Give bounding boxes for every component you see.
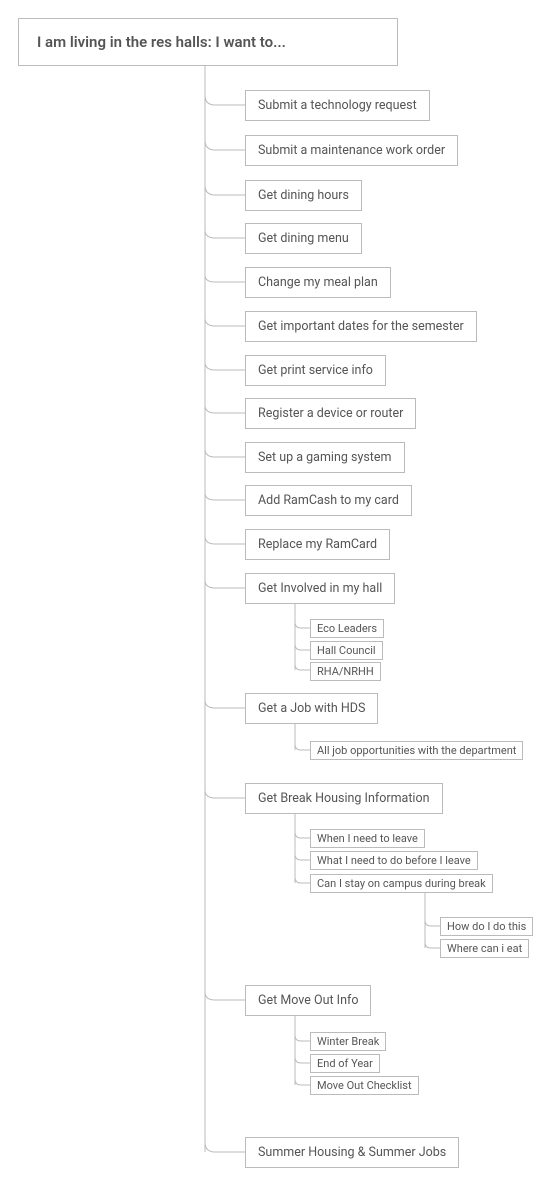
tree-node[interactable]: Register a device or router: [245, 398, 416, 429]
tree-node[interactable]: Get Break Housing Information: [245, 783, 443, 814]
node-label: Get dining hours: [258, 188, 349, 203]
tree-leaf[interactable]: Where can i eat: [440, 939, 529, 958]
tree-root[interactable]: I am living in the res halls: I want to.…: [18, 18, 398, 66]
tree-node[interactable]: Get dining menu: [245, 223, 362, 254]
tree-leaf[interactable]: How do I do this: [440, 917, 533, 936]
node-label: Get important dates for the semester: [258, 319, 464, 334]
tree-node[interactable]: Add RamCash to my card: [245, 485, 412, 516]
tree-node[interactable]: Get Involved in my hall: [245, 573, 395, 604]
tree-leaf[interactable]: Winter Break: [310, 1032, 386, 1051]
leaf-label: How do I do this: [447, 920, 526, 933]
node-label: Replace my RamCard: [258, 537, 377, 552]
node-label: Add RamCash to my card: [258, 493, 399, 508]
leaf-label: What I need to do before I leave: [317, 854, 471, 867]
tree-leaf[interactable]: What I need to do before I leave: [310, 851, 478, 870]
tree-node[interactable]: Get a Job with HDS: [245, 693, 378, 724]
node-label: Submit a technology request: [258, 98, 417, 113]
tree-node[interactable]: Summer Housing & Summer Jobs: [245, 1137, 459, 1168]
tree-leaf[interactable]: RHA/NRHH: [310, 662, 381, 681]
leaf-label: Can I stay on campus during break: [317, 877, 486, 890]
tree-node[interactable]: Submit a maintenance work order: [245, 135, 458, 166]
tree-node[interactable]: Get Move Out Info: [245, 985, 371, 1016]
tree-node[interactable]: Change my meal plan: [245, 267, 391, 298]
node-label: Get Involved in my hall: [258, 581, 382, 596]
tree-leaf[interactable]: Can I stay on campus during break: [310, 874, 493, 893]
tree-node[interactable]: Get important dates for the semester: [245, 311, 477, 342]
root-title: I am living in the res halls: I want to.…: [37, 33, 286, 51]
node-label: Set up a gaming system: [258, 450, 392, 465]
leaf-label: Winter Break: [317, 1035, 379, 1048]
tree-leaf[interactable]: Hall Council: [310, 641, 383, 660]
node-label: Register a device or router: [258, 406, 403, 421]
leaf-label: Eco Leaders: [317, 622, 377, 635]
node-label: Get print service info: [258, 363, 373, 378]
leaf-label: All job opportunities with the departmen…: [317, 744, 516, 757]
leaf-label: End of Year: [317, 1057, 373, 1070]
node-label: Summer Housing & Summer Jobs: [258, 1145, 446, 1160]
node-label: Get Move Out Info: [258, 993, 358, 1008]
tree-node[interactable]: Replace my RamCard: [245, 529, 390, 560]
node-label: Get a Job with HDS: [258, 701, 365, 716]
tree-node[interactable]: Get dining hours: [245, 180, 362, 211]
leaf-label: Where can i eat: [447, 942, 522, 955]
node-label: Submit a maintenance work order: [258, 143, 445, 158]
node-label: Change my meal plan: [258, 275, 378, 290]
tree-node[interactable]: Set up a gaming system: [245, 442, 405, 473]
node-label: Get Break Housing Information: [258, 791, 430, 806]
tree-leaf[interactable]: End of Year: [310, 1054, 380, 1073]
leaf-label: Move Out Checklist: [317, 1079, 412, 1092]
leaf-label: RHA/NRHH: [317, 665, 374, 678]
tree-node[interactable]: Get print service info: [245, 355, 386, 386]
node-label: Get dining menu: [258, 231, 349, 246]
tree-leaf[interactable]: Eco Leaders: [310, 619, 384, 638]
leaf-label: When I need to leave: [317, 832, 418, 845]
leaf-label: Hall Council: [317, 644, 376, 657]
tree-leaf[interactable]: All job opportunities with the departmen…: [310, 741, 523, 760]
tree-leaf[interactable]: Move Out Checklist: [310, 1076, 419, 1095]
tree-node[interactable]: Submit a technology request: [245, 90, 430, 121]
tree-leaf[interactable]: When I need to leave: [310, 829, 425, 848]
